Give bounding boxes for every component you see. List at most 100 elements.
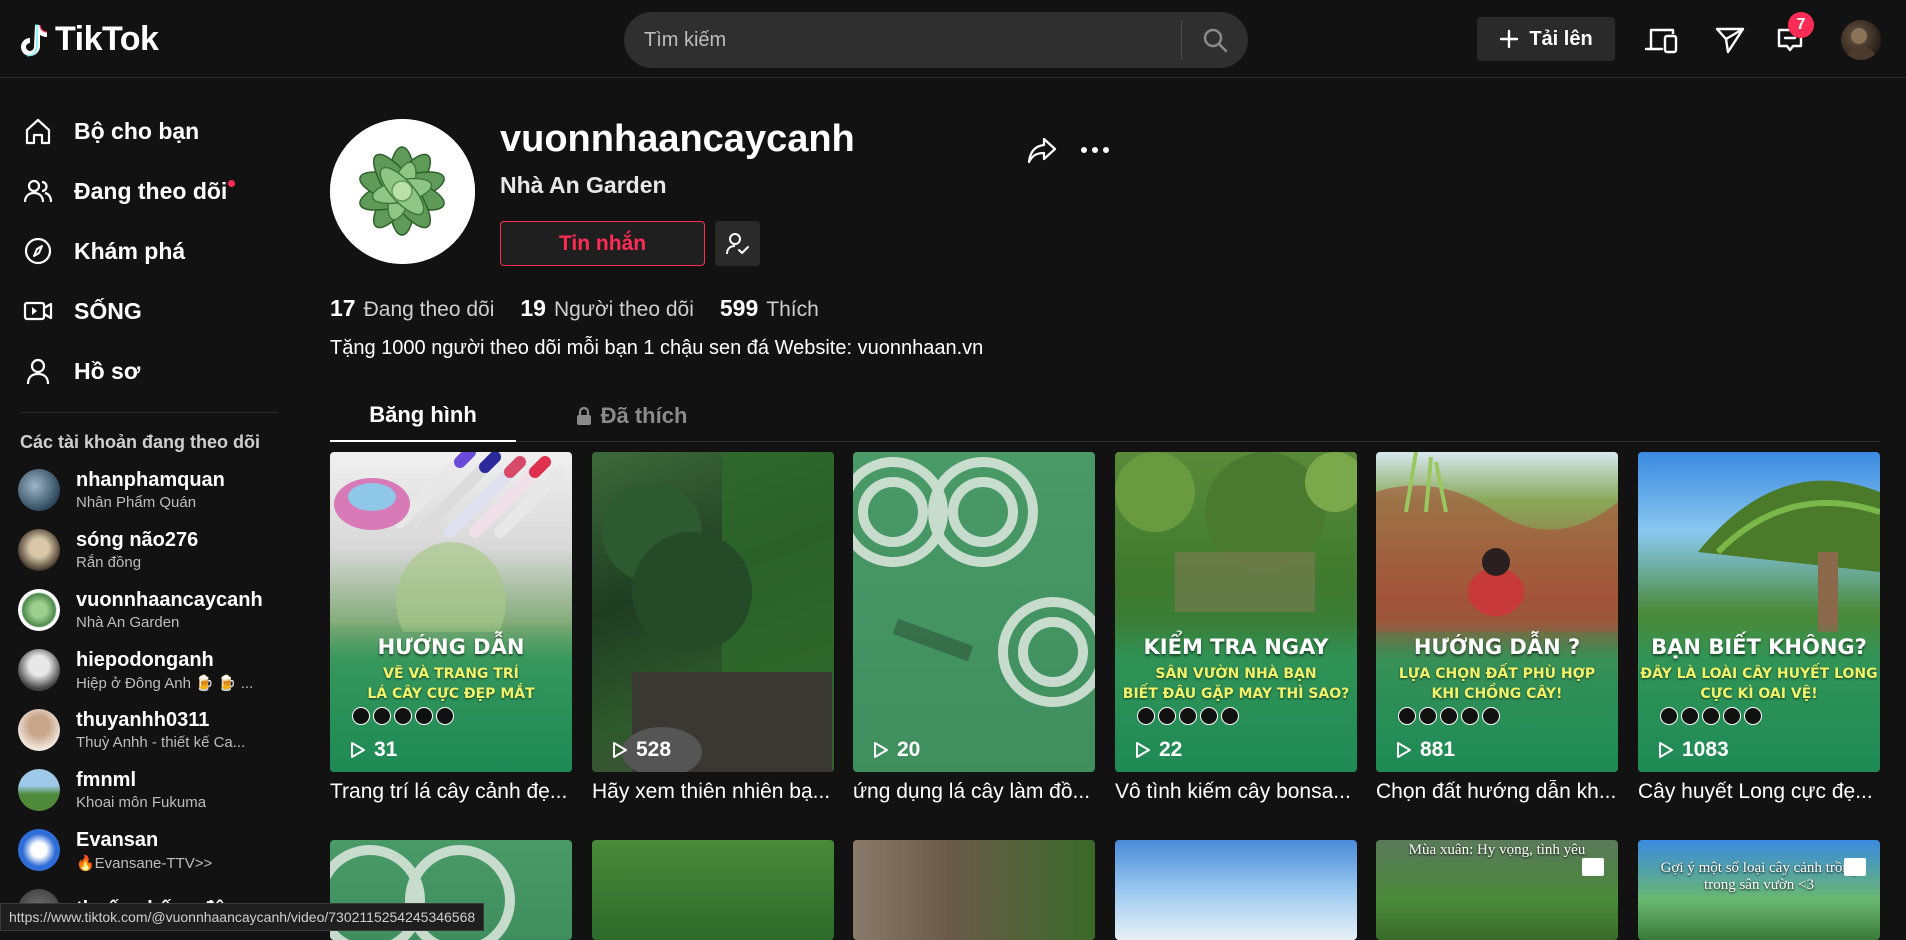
- view-count-value: 1083: [1682, 738, 1729, 761]
- live-icon: [20, 293, 56, 329]
- video-card[interactable]: Gợi ý một số loại cây cảnh trồng trong s…: [1638, 840, 1880, 940]
- instagram-icon: [1419, 707, 1437, 725]
- sidebar-item-profile[interactable]: Hồ sơ: [20, 351, 140, 391]
- video-thumbnail: BẠN BIẾT KHÔNG? ĐÂY LÀ LOÀI CÂY HUYẾT LO…: [1638, 452, 1880, 772]
- video-thumbnail: Mùa xuân: Hy vọng, tình yêu: [1376, 840, 1618, 940]
- video-card[interactable]: [1115, 840, 1357, 940]
- thumbnail-art: [602, 452, 834, 772]
- facebook-icon: [352, 707, 370, 725]
- video-card[interactable]: 528 Hãy xem thiên nhiên bạ...: [592, 452, 834, 804]
- account-item[interactable]: vuonnhaancaycanh Nhà An Garden: [18, 582, 286, 638]
- social-icons: [1137, 707, 1239, 725]
- play-icon: [613, 742, 627, 758]
- user-avatar[interactable]: [1841, 20, 1881, 60]
- overlay-subtitle: LỰA CHỌN ĐẤT PHÙ HỢP: [1398, 666, 1596, 682]
- account-item[interactable]: sóng não276 Rắn đồng: [18, 522, 286, 578]
- sidebar-item-label: Đang theo dõi: [74, 177, 236, 205]
- view-count: 22: [1135, 738, 1182, 762]
- avatar-image: [1845, 28, 1877, 60]
- stat-label: Thích: [766, 298, 819, 321]
- video-thumbnail: [1115, 840, 1357, 940]
- video-caption: Cây huyết Long cực đẹ...: [1638, 780, 1873, 803]
- devices-button[interactable]: [1641, 20, 1681, 60]
- account-name: hiepodonganh: [76, 648, 214, 671]
- video-card[interactable]: BẠN BIẾT KHÔNG? ĐÂY LÀ LOÀI CÂY HUYẾT LO…: [1638, 452, 1880, 804]
- video-card[interactable]: 20 ứng dụng lá cây làm đồ...: [853, 452, 1095, 804]
- instagram-icon: [373, 707, 391, 725]
- messages-button[interactable]: [1710, 20, 1750, 60]
- video-card[interactable]: [853, 840, 1095, 940]
- overlay-subtitle: ĐÂY LÀ LOÀI CÂY HUYẾT LONG: [1640, 666, 1878, 682]
- stat-value: 19: [520, 295, 546, 321]
- account-item[interactable]: fmnml Khoai môn Fukuma: [18, 762, 286, 818]
- social-icons: [1398, 707, 1500, 725]
- account-item[interactable]: hiepodonganh Hiệp ở Đông Anh 🍺 🍺 ...: [18, 642, 286, 698]
- video-card[interactable]: HƯỚNG DẪN ? LỰA CHỌN ĐẤT PHÙ HỢP KHI CHỒ…: [1376, 452, 1618, 804]
- home-icon: [20, 113, 56, 149]
- video-card[interactable]: [592, 840, 834, 940]
- account-name: sóng não276: [76, 529, 199, 551]
- inbox-badge: 7: [1788, 12, 1814, 38]
- photo-icon: [1844, 858, 1866, 876]
- account-avatar: [18, 469, 60, 511]
- top-header: TikTok Tải lên: [0, 0, 1906, 78]
- search-input[interactable]: [624, 12, 1181, 68]
- message-button[interactable]: Tin nhắn: [500, 221, 705, 266]
- thumbnail-art: [1698, 480, 1880, 632]
- video-thumbnail: KIỂM TRA NGAY SÂN VƯỜN NHÀ BẠN BIẾT ĐÂU …: [1115, 452, 1357, 772]
- share-button[interactable]: [1022, 130, 1062, 170]
- view-count: 20: [873, 738, 920, 762]
- search-button[interactable]: [1182, 12, 1248, 68]
- thumbnail-art: [334, 452, 566, 632]
- play-icon: [1397, 742, 1411, 758]
- globe-icon: [1179, 707, 1197, 725]
- overlay-subtitle: VẼ VÀ TRANG TRÍ: [383, 666, 519, 682]
- tab-videos[interactable]: Băng hình: [330, 390, 516, 442]
- profile-bio: Tặng 1000 người theo dõi mỗi bạn 1 chậu …: [330, 337, 984, 359]
- overlay-subtitle: CỰC KÌ OAI VỆ!: [1700, 686, 1818, 702]
- user-check-icon: [725, 232, 749, 254]
- tiktok-icon: [436, 707, 454, 725]
- video-card[interactable]: HƯỚNG DẪN VẼ VÀ TRANG TRÍ LÁ CÂY CỰC ĐẸP…: [330, 452, 572, 804]
- profile-avatar: [330, 119, 475, 264]
- sidebar-item-following[interactable]: Đang theo dõi: [20, 171, 236, 211]
- stat-label: Đang theo dõi: [363, 298, 495, 321]
- account-nickname: Nhà An Garden: [76, 614, 180, 631]
- account-avatar: [18, 529, 60, 571]
- sidebar-item-label: SỐNG: [74, 297, 142, 324]
- account-avatar: [18, 589, 60, 631]
- tiktok-icon: [1482, 707, 1500, 725]
- account-item[interactable]: thuyanhh0311 Thuỳ Anhh - thiết kế Ca...: [18, 702, 286, 758]
- more-options-button[interactable]: [1075, 130, 1115, 170]
- following-status-button[interactable]: [715, 221, 760, 266]
- sidebar-item-live[interactable]: SỐNG: [20, 291, 142, 331]
- search-icon: [1203, 28, 1228, 53]
- sidebar-item-for-you[interactable]: Bộ cho bạn: [20, 111, 199, 151]
- overlay-subtitle: LÁ CÂY CỰC ĐẸP MẮT: [367, 686, 535, 702]
- video-thumbnail: 528: [592, 452, 834, 772]
- youtube-icon: [1723, 707, 1741, 725]
- stat-value: 17: [330, 295, 356, 321]
- followers-count[interactable]: 19 Người theo dõi: [520, 295, 694, 322]
- video-card[interactable]: KIỂM TRA NGAY SÂN VƯỜN NHÀ BẠN BIẾT ĐÂU …: [1115, 452, 1357, 804]
- video-thumbnail: HƯỚNG DẪN ? LỰA CHỌN ĐẤT PHÙ HỢP KHI CHỒ…: [1376, 452, 1618, 772]
- thumbnail-art: [1376, 452, 1618, 632]
- overlay-title: HƯỚNG DẪN: [377, 635, 525, 659]
- following-label: Đang theo dõi: [74, 177, 228, 204]
- sidebar-divider: [20, 412, 278, 413]
- facebook-icon: [1398, 707, 1416, 725]
- account-item[interactable]: nhanphamquan Nhân Phẩm Quán: [18, 462, 286, 518]
- video-caption: Vô tình kiếm cây bonsa...: [1115, 780, 1351, 803]
- video-card[interactable]: Mùa xuân: Hy vọng, tình yêu: [1376, 840, 1618, 940]
- tab-liked[interactable]: Đã thích: [556, 390, 706, 442]
- upload-button[interactable]: Tải lên: [1477, 17, 1615, 61]
- account-avatar: [18, 769, 60, 811]
- account-item[interactable]: Evansan 🔥Evansane-TTV>>: [18, 822, 286, 878]
- overlay-subtitle: BIẾT ĐÂU GẶP MAY THÌ SAO?: [1122, 686, 1350, 702]
- sidebar-item-explore[interactable]: Khám phá: [20, 231, 185, 271]
- paper-plane-icon: [1715, 27, 1745, 54]
- tiktok-logo[interactable]: TikTok: [19, 20, 159, 59]
- share-icon: [1027, 137, 1057, 164]
- thumbnail-text: Mùa xuân: Hy vọng, tình yêu: [1408, 842, 1586, 858]
- following-count[interactable]: 17 Đang theo dõi: [330, 295, 494, 322]
